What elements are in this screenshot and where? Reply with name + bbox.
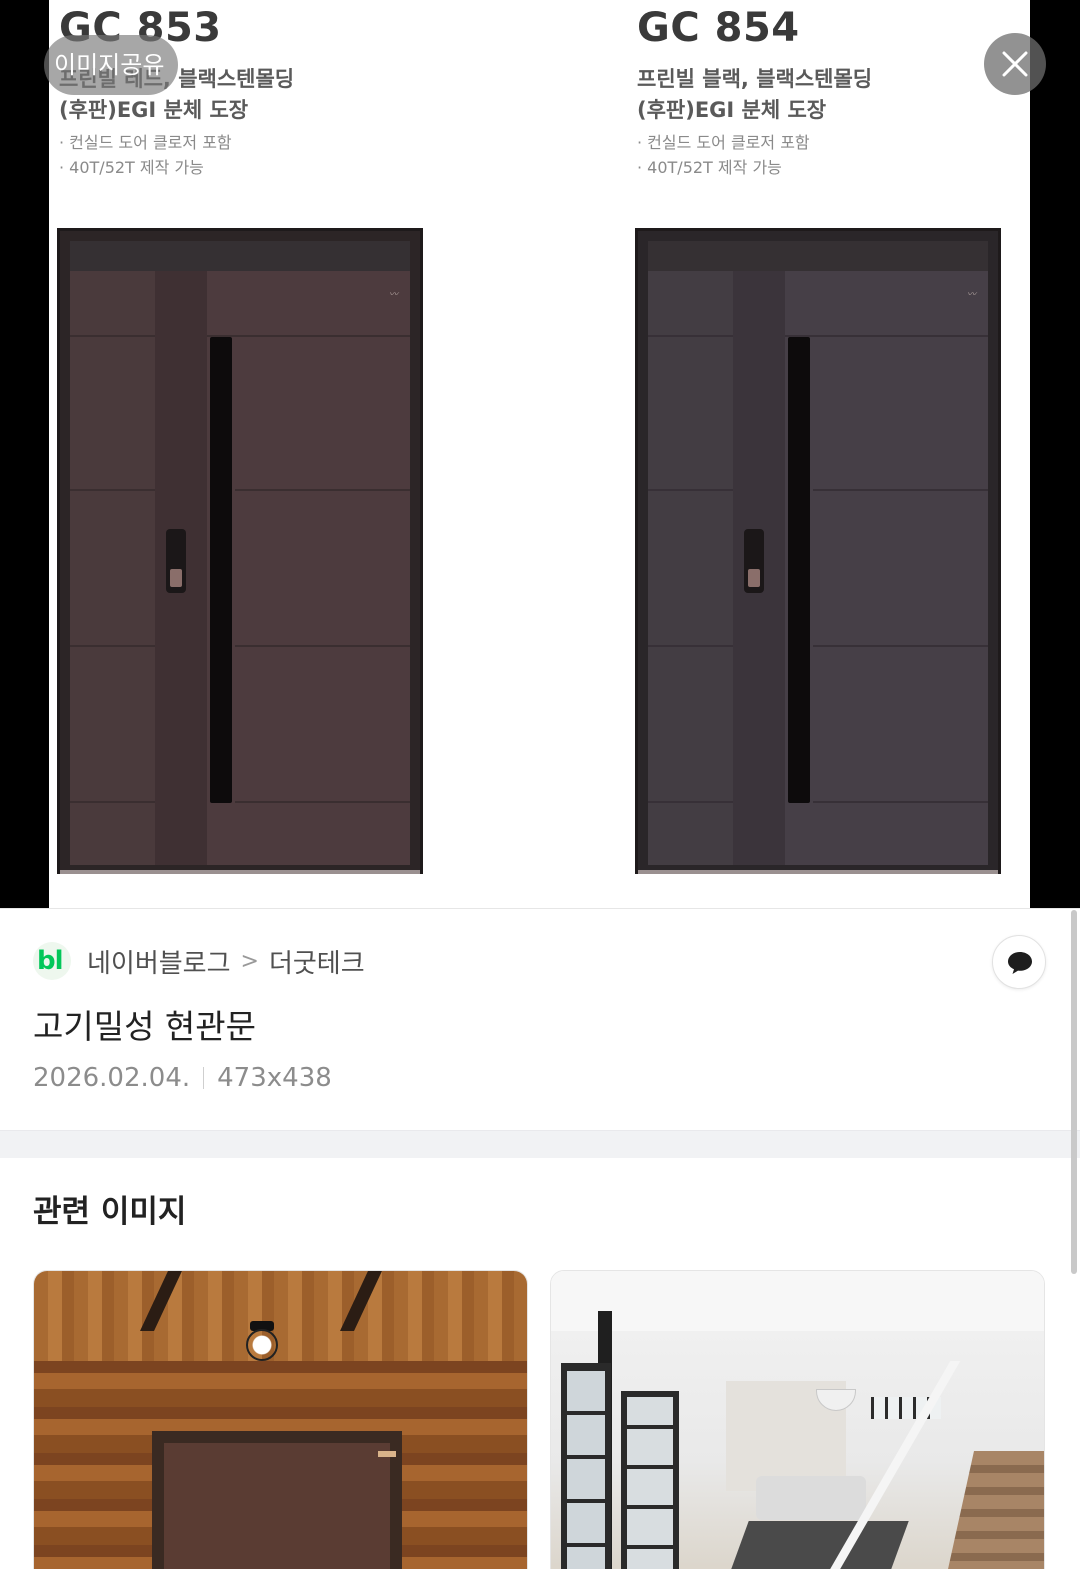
image-dimensions: 473x438	[217, 1063, 332, 1093]
feature-bullet: · 컨실드 도어 클로저 포함	[637, 133, 810, 152]
post-date: 2026.02.04.	[33, 1063, 191, 1093]
door-handle-bar	[788, 337, 810, 803]
digital-lock	[744, 529, 764, 593]
product-gc853: GC 853 프린빌 레드, 블랙스텐몰딩 (후판)EGI 분체 도장 · 컨실…	[57, 0, 497, 908]
related-images-section: 관련 이미지	[0, 1158, 1080, 1569]
source-name[interactable]: 네이버블로그	[87, 943, 231, 980]
feature-bullet: · 컨실드 도어 클로저 포함	[59, 133, 232, 152]
model-number: GC 854	[637, 5, 800, 51]
feature-bullet: · 40T/52T 제작 가능	[59, 158, 204, 177]
door-illustration: 〰	[57, 228, 423, 874]
image-share-button[interactable]: 이미지공유	[44, 35, 179, 95]
feature-bullet: · 40T/52T 제작 가능	[637, 158, 782, 177]
finish-description: 프린빌 블랙, 블랙스텐몰딩	[637, 67, 873, 91]
close-button[interactable]	[984, 33, 1046, 95]
ceiling-lamp-icon	[246, 1329, 278, 1361]
blog-name[interactable]: 더굿테크	[269, 943, 365, 980]
image-meta: 2026.02.04. 473x438	[33, 1061, 332, 1095]
brand-logo-icon: 〰	[388, 290, 398, 300]
chevron-right-icon: >	[240, 948, 259, 974]
door-handle-bar	[210, 337, 232, 803]
related-image-thumbnail[interactable]	[550, 1270, 1045, 1569]
door-illustration: 〰	[635, 228, 1001, 874]
finish-description: (후판)EGI 분체 도장	[637, 98, 827, 122]
image-viewer[interactable]: GC 853 프린빌 레드, 블랙스텐몰딩 (후판)EGI 분체 도장 · 컨실…	[0, 0, 1080, 908]
related-image-thumbnail[interactable]	[33, 1270, 528, 1569]
image-title[interactable]: 고기밀성 현관문	[33, 1005, 256, 1049]
finish-description: (후판)EGI 분체 도장	[59, 98, 249, 122]
breadcrumb[interactable]: 네이버블로그 > 더굿테크	[87, 942, 365, 980]
digital-lock	[166, 529, 186, 593]
image-info-panel: bl 네이버블로그 > 더굿테크 고기밀성 현관문 2026.02.04. 47…	[0, 908, 1080, 1130]
brand-logo-icon: 〰	[966, 290, 976, 300]
comment-button[interactable]	[992, 935, 1046, 989]
section-divider	[0, 1130, 1080, 1158]
source-logo: bl	[37, 946, 64, 976]
catalog-image: GC 853 프린빌 레드, 블랙스텐몰딩 (후판)EGI 분체 도장 · 컨실…	[49, 0, 1030, 908]
related-images-heading: 관련 이미지	[33, 1194, 187, 1230]
naver-blog-icon: bl	[33, 942, 71, 980]
meta-divider	[203, 1067, 205, 1089]
scrollbar[interactable]	[1071, 910, 1077, 1274]
product-gc854: GC 854 프린빌 블랙, 블랙스텐몰딩 (후판)EGI 분체 도장 · 컨실…	[635, 0, 1075, 908]
